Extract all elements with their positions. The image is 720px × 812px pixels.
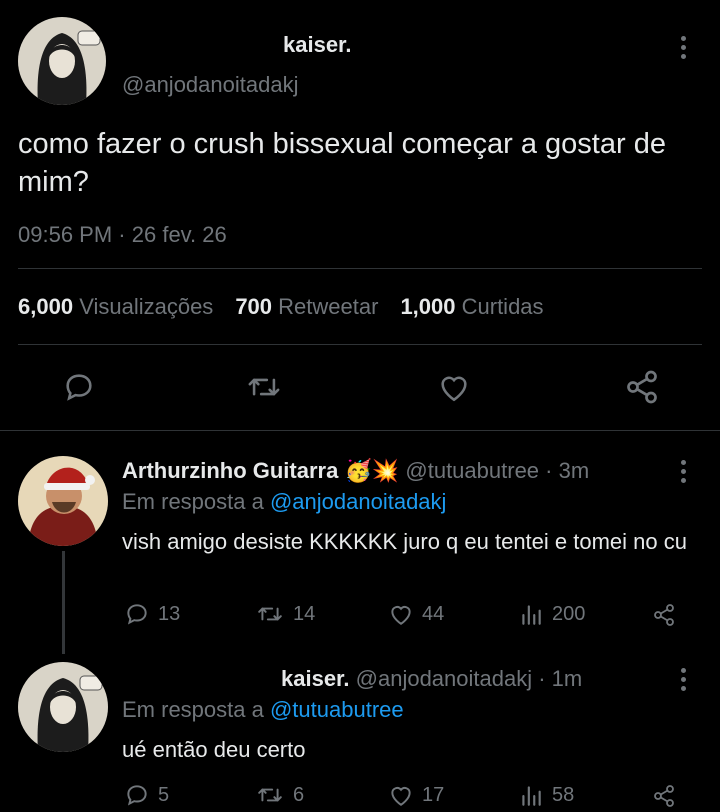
like-action-icon[interactable] xyxy=(437,371,471,408)
retweet-action-icon[interactable] xyxy=(245,370,283,409)
tweet-stats: 6,000 Visualizações 700 Retweetar 1,000 … xyxy=(18,294,544,320)
views-count: 58 xyxy=(552,783,575,806)
reply-avatar[interactable] xyxy=(18,456,108,546)
reply-more-options-icon[interactable] xyxy=(679,668,687,691)
retweets-stat[interactable]: 700 Retweetar xyxy=(235,294,378,320)
reply-more-options-icon[interactable] xyxy=(679,460,687,483)
likes-count: 1,000 xyxy=(400,294,456,319)
reply-time: · 3m xyxy=(545,458,590,483)
reply-retweet-action[interactable]: 6 xyxy=(255,782,304,808)
reply-count: 13 xyxy=(158,602,181,625)
author-name[interactable]: kaiser. xyxy=(283,32,352,58)
tweet-timestamp: 09:56 PM · 26 fev. 26 xyxy=(18,222,227,248)
reply-like-action[interactable]: 17 xyxy=(388,783,444,807)
timestamp-separator: · xyxy=(118,222,126,247)
reply-time: · 1m xyxy=(538,666,583,691)
reply-text: vish amigo desiste KKKKKK juro q eu tent… xyxy=(122,529,687,554)
reply-context: Em resposta a @tutuabutree xyxy=(122,697,404,723)
reply-context: Em resposta a @anjodanoitadakj xyxy=(122,489,446,515)
reply-like-action[interactable]: 44 xyxy=(388,602,444,626)
reply-context-label: Em resposta a xyxy=(122,697,264,722)
reply-text: ué então deu certo xyxy=(122,737,306,762)
author-avatar[interactable] xyxy=(18,17,106,105)
more-options-icon[interactable] xyxy=(679,36,687,59)
reply-share-icon[interactable] xyxy=(652,784,676,812)
share-action-icon[interactable] xyxy=(624,369,660,410)
reply-views-action[interactable]: 58 xyxy=(518,782,574,808)
reply-retweet-action[interactable]: 14 xyxy=(255,601,315,627)
views-count: 6,000 xyxy=(18,294,74,319)
author-handle[interactable]: @anjodanoitadakj xyxy=(122,72,298,98)
like-count: 17 xyxy=(422,783,445,806)
reply-header: kaiser. @anjodanoitadakj · 1m xyxy=(281,666,582,692)
reply-author-name[interactable]: Arthurzinho Guitarra xyxy=(122,458,338,483)
section-divider xyxy=(0,430,720,431)
reply-header: Arthurzinho Guitarra 🥳💥 @tutuabutree · 3… xyxy=(122,458,589,484)
reply-author-emoji: 🥳💥 xyxy=(344,458,400,483)
divider xyxy=(18,268,702,269)
retweet-count: 14 xyxy=(293,602,316,625)
like-count: 44 xyxy=(422,602,445,625)
reply-context-label: Em resposta a xyxy=(122,489,264,514)
reply-reply-action[interactable]: 5 xyxy=(124,782,169,808)
reply-reply-action[interactable]: 13 xyxy=(124,601,180,627)
thread-line xyxy=(62,551,65,654)
views-count: 200 xyxy=(552,602,586,625)
likes-stat[interactable]: 1,000 Curtidas xyxy=(400,294,543,320)
reply-action-icon[interactable] xyxy=(62,370,96,409)
reply-author-name[interactable]: kaiser. xyxy=(281,666,350,691)
reply-context-mention[interactable]: @anjodanoitadakj xyxy=(270,489,446,514)
views-stat[interactable]: 6,000 Visualizações xyxy=(18,294,213,320)
divider xyxy=(18,344,702,345)
reply-count: 5 xyxy=(158,783,170,806)
reply-author-handle[interactable]: @tutuabutree xyxy=(405,458,539,483)
tweet-time: 09:56 PM xyxy=(18,222,113,247)
reply-author-handle[interactable]: @anjodanoitadakj xyxy=(356,666,532,691)
retweets-label: Retweetar xyxy=(278,294,379,319)
tweet-text: como fazer o crush bissexual começar a g… xyxy=(18,128,666,198)
likes-label: Curtidas xyxy=(461,294,544,319)
reply-views-action[interactable]: 200 xyxy=(518,601,585,627)
retweets-count: 700 xyxy=(235,294,273,319)
views-label: Visualizações xyxy=(79,294,214,319)
reply-share-icon[interactable] xyxy=(652,603,676,632)
retweet-count: 6 xyxy=(293,783,305,806)
tweet-date: 26 fev. 26 xyxy=(131,222,227,247)
reply-context-mention[interactable]: @tutuabutree xyxy=(270,697,404,722)
reply-avatar[interactable] xyxy=(18,662,108,752)
